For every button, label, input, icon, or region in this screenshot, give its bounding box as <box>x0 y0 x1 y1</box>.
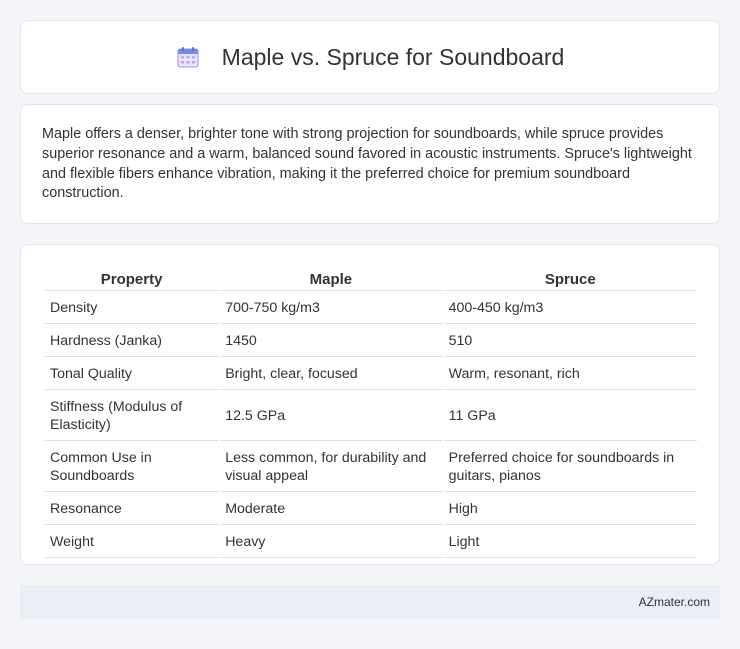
cell-maple: Less common, for durability and visual a… <box>220 443 442 492</box>
cell-spruce: High <box>443 494 697 525</box>
cell-property: Density <box>45 293 219 324</box>
cell-maple: Heavy <box>220 527 442 558</box>
cell-property: Resonance <box>45 494 219 525</box>
cell-maple: 1450 <box>220 326 442 357</box>
cell-spruce: Warm, resonant, rich <box>443 359 697 390</box>
calendar-icon <box>176 45 200 69</box>
table-header-row: Property Maple Spruce <box>45 267 697 291</box>
cell-property: Tonal Quality <box>45 359 219 390</box>
cell-spruce: 11 GPa <box>443 392 697 441</box>
intro-card: Maple offers a denser, brighter tone wit… <box>20 104 720 224</box>
comparison-card: Property Maple Spruce Density 700-750 kg… <box>20 244 720 565</box>
cell-property: Hardness (Janka) <box>45 326 219 357</box>
intro-text: Maple offers a denser, brighter tone wit… <box>42 126 692 202</box>
table-row: Resonance Moderate High <box>45 494 697 525</box>
table-row: Common Use in Soundboards Less common, f… <box>45 443 697 492</box>
cell-spruce: Light <box>443 527 697 558</box>
table-row: Weight Heavy Light <box>45 527 697 558</box>
cell-property: Weight <box>45 527 219 558</box>
cell-spruce: Preferred choice for soundboards in guit… <box>443 443 697 492</box>
cell-spruce: 510 <box>443 326 697 357</box>
header-property: Property <box>45 267 219 291</box>
cell-maple: Moderate <box>220 494 442 525</box>
cell-property: Common Use in Soundboards <box>45 443 219 492</box>
header-spruce: Spruce <box>443 267 697 291</box>
header-maple: Maple <box>220 267 442 291</box>
cell-property: Stiffness (Modulus of Elasticity) <box>45 392 219 441</box>
cell-maple: 700-750 kg/m3 <box>220 293 442 324</box>
footer-brand[interactable]: AZmater.com <box>639 595 710 609</box>
table-row: Tonal Quality Bright, clear, focused War… <box>45 359 697 390</box>
cell-maple: Bright, clear, focused <box>220 359 442 390</box>
cell-spruce: 400-450 kg/m3 <box>443 293 697 324</box>
page-title: Maple vs. Spruce for Soundboard <box>221 43 565 70</box>
table-row: Hardness (Janka) 1450 510 <box>45 326 697 357</box>
table-row: Density 700-750 kg/m3 400-450 kg/m3 <box>45 293 697 324</box>
table-row: Stiffness (Modulus of Elasticity) 12.5 G… <box>45 392 697 441</box>
title-card: Maple vs. Spruce for Soundboard <box>20 20 720 94</box>
footer-bar: AZmater.com <box>20 585 720 619</box>
cell-maple: 12.5 GPa <box>220 392 442 441</box>
comparison-table: Property Maple Spruce Density 700-750 kg… <box>43 265 699 560</box>
